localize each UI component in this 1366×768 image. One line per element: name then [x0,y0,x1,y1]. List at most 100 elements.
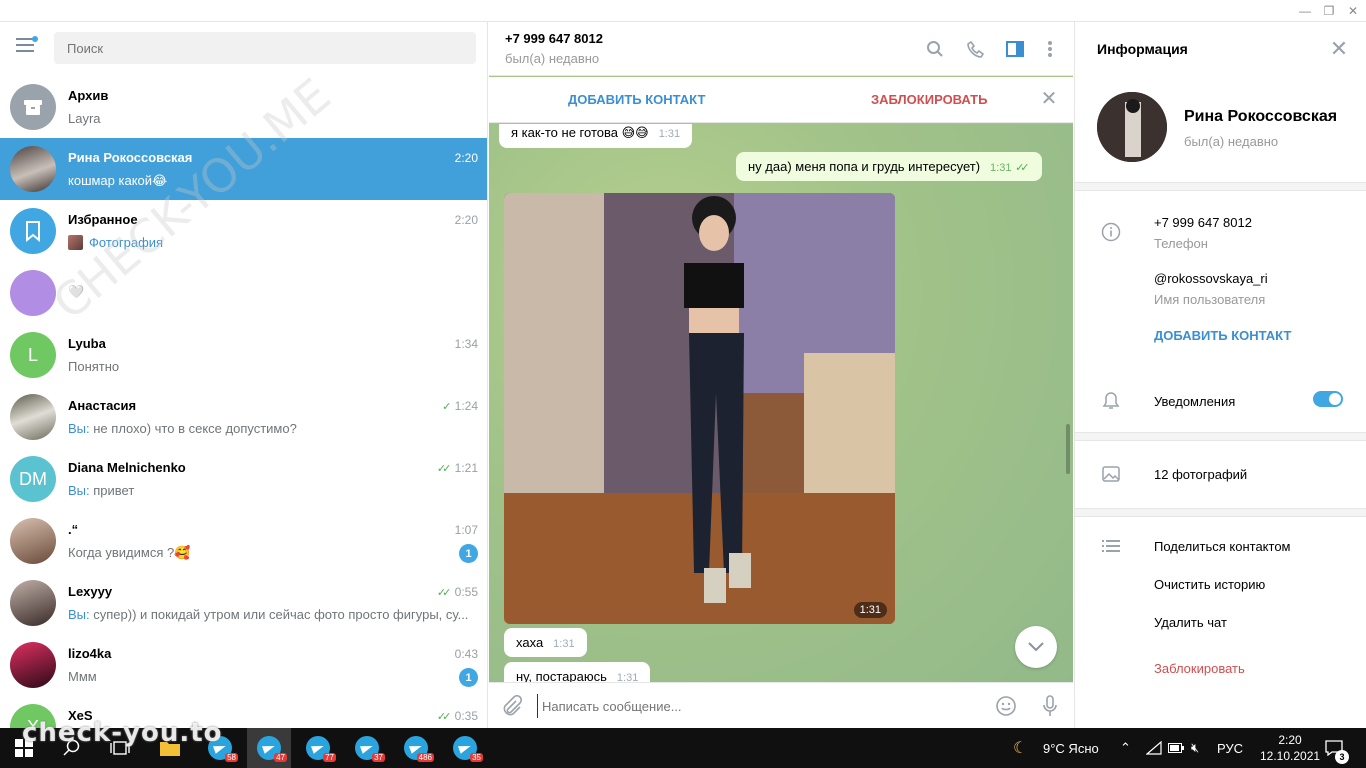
weather-text[interactable]: 9°C Ясно [1043,728,1099,768]
chat-time: ✓ 1:24 [442,399,478,413]
phone-label: Телефон [1154,236,1208,251]
notifications-label: Уведомления [1154,394,1236,409]
chat-preview: Когда увидимся ?🥰 [68,545,191,560]
search-input[interactable] [54,32,476,64]
block-user-button[interactable]: Заблокировать [1154,661,1245,676]
contact-actions-bar: ДОБАВИТЬ КОНТАКТ ЗАБЛОКИРОВАТЬ ✕ [489,77,1073,123]
info-title: Информация [1097,41,1188,57]
chat-row-dot[interactable]: .“ Когда увидимся ?🥰 1:07 1 [0,510,487,572]
telegram-icon[interactable]: 486 [394,728,438,768]
maximize-icon[interactable]: ❐ [1316,0,1342,22]
paperclip-icon[interactable] [501,694,523,717]
battery-icon[interactable] [1168,728,1184,768]
check-icon: ✓ [442,401,451,413]
double-check-icon: ✓✓ [436,463,452,475]
chat-preview: кошмар какой😂 [68,173,168,188]
photo-time: 1:31 [853,602,887,618]
close-icon[interactable]: ✕ [1039,89,1059,109]
message-area[interactable]: я как-то не готова 😅😅 1:31 ну даа) меня п… [489,124,1073,682]
chat-row-lyuba[interactable]: L Lyuba Понятно 1:34 [0,324,487,386]
more-menu-icon[interactable] [1039,38,1061,60]
avatar [10,642,56,688]
share-contact-button[interactable]: Поделиться контактом [1154,539,1291,554]
chat-title: +7 999 647 8012 [505,31,603,46]
microphone-icon[interactable] [1038,694,1062,718]
avatar [10,146,56,192]
chat-time: ✓✓ 0:35 [436,709,478,723]
close-icon[interactable]: ✕ [1328,38,1350,60]
chat-list-panel: Архив Layra Рина Рокоссовская кошмар как… [0,22,488,728]
profile-avatar[interactable] [1097,92,1167,162]
scrollbar[interactable] [1066,424,1070,474]
chat-row-anastasia[interactable]: Анастасия Вы: не плохо) что в сексе допу… [0,386,487,448]
close-window-icon[interactable]: ✕ [1340,0,1366,22]
message-input[interactable] [537,694,977,718]
chat-header: +7 999 647 8012 был(а) недавно [489,22,1073,76]
divider [1075,508,1366,517]
chat-status: был(а) недавно [505,51,600,66]
hamburger-menu-icon[interactable] [16,36,38,56]
notifications-toggle[interactable] [1313,391,1343,407]
double-check-icon: ✓✓ [436,587,452,599]
chat-time: 2:20 [454,213,478,227]
telegram-icon[interactable]: 77 [296,728,340,768]
chat-preview: 🤍 [68,284,85,299]
search-row [0,22,487,74]
bell-icon [1101,391,1121,411]
photo-message[interactable]: 1:31 [504,193,895,624]
phone-number[interactable]: +7 999 647 8012 [1154,215,1252,230]
divider [1075,432,1366,441]
chat-panel: +7 999 647 8012 был(а) недавно ДОБАВИТЬ … [489,22,1073,728]
clear-history-button[interactable]: Очистить историю [1154,577,1265,592]
double-check-icon: ✓✓ [1015,162,1030,174]
chat-time: 1:07 [454,523,478,537]
message-in: я как-то не готова 😅😅 1:31 [499,124,693,148]
minimize-icon[interactable]: — [1292,0,1318,22]
volume-mute-icon[interactable]: 🔇︎ [1191,728,1199,768]
photos-link[interactable]: 12 фотографий [1154,467,1247,482]
chat-preview: Вы: не плохо) что в сексе допустимо? [68,421,297,436]
chat-preview: Понятно [68,359,120,374]
telegram-icon[interactable]: 35 [443,728,487,768]
avatar [10,394,56,440]
telegram-icon[interactable]: 47 [247,728,291,768]
chat-name: Lyuba [68,336,106,351]
watermark: check-you.to [22,718,223,748]
message-in: ну, постараюсь 1:31 [504,662,651,682]
clock[interactable]: 2:20 12.10.2021 [1260,732,1320,764]
chat-name: .“ [68,522,79,537]
telegram-icon[interactable]: 37 [345,728,389,768]
block-button[interactable]: ЗАБЛОКИРОВАТЬ [871,92,987,107]
double-check-icon: ✓✓ [436,711,452,723]
sidebar-toggle-icon[interactable] [1004,38,1026,60]
chat-time: 2:20 [454,151,478,165]
chat-row-lexyyy[interactable]: Lexyyy Вы: супер)) и покидай утром или с… [0,572,487,634]
add-contact-button[interactable]: ДОБАВИТЬ КОНТАКТ [568,92,705,107]
archive-icon [10,84,56,130]
username[interactable]: @rokossovskaya_ri [1154,271,1268,286]
chat-name: Рина Рокоссовская [68,150,193,165]
phone-icon[interactable] [965,38,987,60]
chat-row-lizo4ka[interactable]: lizo4ka Ммм 0:43 1 [0,634,487,696]
language-indicator[interactable]: РУС [1217,728,1243,768]
delete-chat-button[interactable]: Удалить чат [1154,615,1227,630]
composer [489,682,1073,728]
chat-row-saved[interactable]: Избранное Фотография 2:20 [0,200,487,262]
chat-name: Diana Melnichenko [68,460,186,475]
chat-name: Архив [68,88,109,103]
chat-time: 0:43 [454,647,478,661]
avatar: L [10,332,56,378]
info-icon [1101,222,1121,242]
add-contact-link[interactable]: ДОБАВИТЬ КОНТАКТ [1154,328,1291,343]
chat-time: ✓✓ 1:21 [436,461,478,475]
scroll-down-button[interactable] [1015,626,1057,668]
profile-name: Рина Рокоссовская [1184,108,1338,125]
notification-count-badge: 3 [1335,750,1349,764]
chat-time: 1:34 [454,337,478,351]
search-icon[interactable] [924,38,946,60]
unread-badge: 1 [459,544,478,563]
chevron-up-icon[interactable]: ⌃ [1120,728,1131,768]
chat-row-diana[interactable]: DM Diana Melnichenko Вы: привет ✓✓ 1:21 [0,448,487,510]
network-icon[interactable] [1146,728,1162,768]
emoji-icon[interactable] [994,694,1018,718]
